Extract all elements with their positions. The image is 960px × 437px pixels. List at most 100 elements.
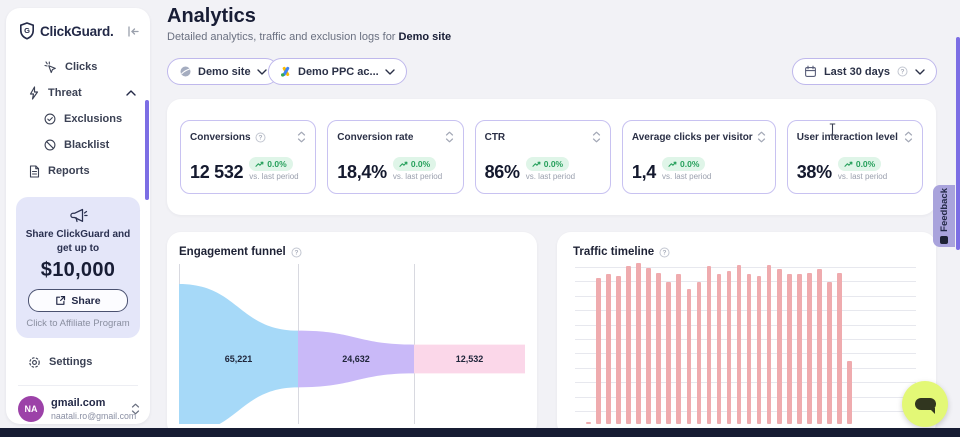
collapse-sidebar-icon[interactable] [126, 25, 140, 38]
page-subtitle: Detailed analytics, traffic and exclusio… [167, 31, 451, 43]
kpi-card-avg-clicks: Average clicks per visitor 1,4 0.0% vs. … [622, 120, 776, 194]
trend-badge: 0.0% [526, 157, 569, 171]
svg-text:12,532: 12,532 [456, 354, 484, 364]
lightning-bolt-icon [28, 86, 40, 100]
feedback-tab-label: Feedback [939, 188, 950, 232]
sort-metric-icon[interactable] [297, 131, 306, 143]
kpi-value: 38% [797, 164, 832, 181]
sidebar-item-label: Exclusions [64, 113, 122, 125]
chevron-up-icon[interactable] [126, 90, 136, 96]
kpi-label: User interaction level [797, 132, 898, 143]
sidebar-scrollbar[interactable] [145, 100, 149, 200]
site-selector[interactable]: Demo site [167, 58, 279, 85]
ppc-account-selector[interactable]: Demo PPC ac... [268, 58, 407, 85]
sidebar-item-threat[interactable]: Threat [6, 80, 150, 106]
document-icon [28, 165, 40, 178]
logo-text: ClickGuard. [40, 24, 121, 39]
account-switcher[interactable]: NA gmail.com naatali.ro@gmail.com [6, 394, 150, 422]
kpi-value: 12 532 [190, 164, 243, 181]
kpi-label: CTR [485, 132, 506, 143]
sort-metric-icon[interactable] [757, 131, 766, 143]
sidebar-item-reports[interactable]: Reports [6, 158, 150, 184]
kpi-compare-label: vs. last period [838, 172, 887, 181]
kpi-compare-label: vs. last period [662, 172, 711, 181]
sidebar-item-label: Settings [49, 356, 92, 368]
svg-text:G: G [24, 26, 30, 35]
trend-up-icon [532, 161, 541, 168]
trend-badge: 0.0% [249, 157, 292, 171]
svg-text:?: ? [901, 69, 905, 76]
svg-text:?: ? [258, 134, 262, 141]
svg-text:65,221: 65,221 [225, 354, 253, 364]
chat-bubble-icon [915, 398, 936, 410]
sidebar-item-blacklist[interactable]: Blacklist [6, 132, 150, 158]
trend-up-icon [668, 161, 677, 168]
date-range-label: Last 30 days [824, 66, 890, 78]
chevron-updown-icon [131, 403, 140, 415]
promo-amount: $10,000 [24, 259, 132, 282]
kpi-card-conversion-rate: Conversion rate 18,4% 0.0% vs. last peri… [327, 120, 463, 194]
ppc-account-label: Demo PPC ac... [298, 66, 379, 78]
trend-up-icon [255, 161, 264, 168]
site-selector-label: Demo site [198, 66, 251, 78]
kpi-compare-label: vs. last period [393, 172, 442, 181]
sidebar-item-exclusions[interactable]: Exclusions [6, 106, 150, 132]
chevron-down-icon [385, 69, 395, 75]
kpi-card-interaction-level: User interaction level 38% 0.0% vs. last… [787, 120, 923, 194]
logo[interactable]: G ClickGuard. [6, 22, 150, 40]
timeline-chart-title: Traffic timeline [573, 246, 654, 258]
traffic-timeline-card: Traffic timeline ? [557, 232, 936, 437]
trend-badge: 0.0% [662, 157, 705, 171]
kpi-summary-panel: Conversions ? 12 532 0.0% vs. last perio… [167, 99, 936, 215]
svg-text:?: ? [663, 249, 667, 256]
account-name: gmail.com [51, 397, 124, 411]
gear-icon [28, 356, 41, 369]
sidebar-item-label: Blacklist [64, 139, 109, 151]
trend-badge: 0.0% [393, 157, 436, 171]
share-button[interactable]: Share [28, 289, 128, 312]
kpi-value: 1,4 [632, 164, 656, 181]
sidebar-item-label: Clicks [65, 61, 97, 73]
sort-metric-icon[interactable] [445, 131, 454, 143]
kpi-value: 18,4% [337, 164, 387, 181]
kpi-compare-label: vs. last period [249, 172, 298, 181]
sidebar: G ClickGuard. Clicks Threat Excl [6, 8, 150, 424]
traffic-timeline-chart [573, 262, 920, 424]
feedback-smiley-icon [940, 236, 948, 244]
feedback-tab[interactable]: Feedback [933, 185, 955, 247]
svg-text:?: ? [294, 249, 298, 256]
promo-text: Share ClickGuard and get up to [24, 228, 132, 256]
clickguard-shield-icon: G [19, 22, 35, 40]
affiliate-promo-card[interactable]: Share ClickGuard and get up to $10,000 S… [16, 197, 140, 338]
svg-text:24,632: 24,632 [342, 354, 370, 364]
sidebar-nav: Clicks Threat Exclusions Blacklist [6, 54, 150, 184]
window-bottom-bar [0, 428, 960, 437]
engagement-funnel-chart: 65,221 24,632 12,532 [179, 264, 525, 424]
text-cursor [828, 123, 837, 136]
trend-up-icon [844, 161, 853, 168]
check-circle-icon [44, 113, 56, 125]
sort-metric-icon[interactable] [592, 131, 601, 143]
ban-icon [44, 139, 56, 151]
page-scrollbar[interactable] [956, 37, 960, 250]
date-range-selector[interactable]: Last 30 days ? [792, 58, 937, 85]
click-cursor-icon [44, 61, 57, 74]
help-icon[interactable]: ? [291, 247, 302, 258]
kpi-value: 86% [485, 164, 520, 181]
avatar: NA [18, 396, 44, 422]
sidebar-item-clicks[interactable]: Clicks [6, 54, 150, 80]
sort-metric-icon[interactable] [904, 131, 913, 143]
kpi-label: Conversions [190, 132, 251, 143]
funnel-chart-title: Engagement funnel [179, 246, 286, 258]
external-link-icon [55, 295, 66, 306]
help-icon[interactable]: ? [897, 66, 908, 77]
help-icon[interactable]: ? [255, 132, 266, 143]
trend-badge: 0.0% [838, 157, 881, 171]
help-icon[interactable]: ? [659, 247, 670, 258]
chevron-down-icon [915, 69, 925, 75]
sidebar-item-label: Threat [48, 87, 82, 99]
kpi-label: Conversion rate [337, 132, 413, 143]
chat-launcher-button[interactable] [902, 381, 948, 427]
sidebar-item-settings[interactable]: Settings [6, 349, 150, 375]
affiliate-link[interactable]: Click to Affiliate Program [24, 318, 132, 329]
